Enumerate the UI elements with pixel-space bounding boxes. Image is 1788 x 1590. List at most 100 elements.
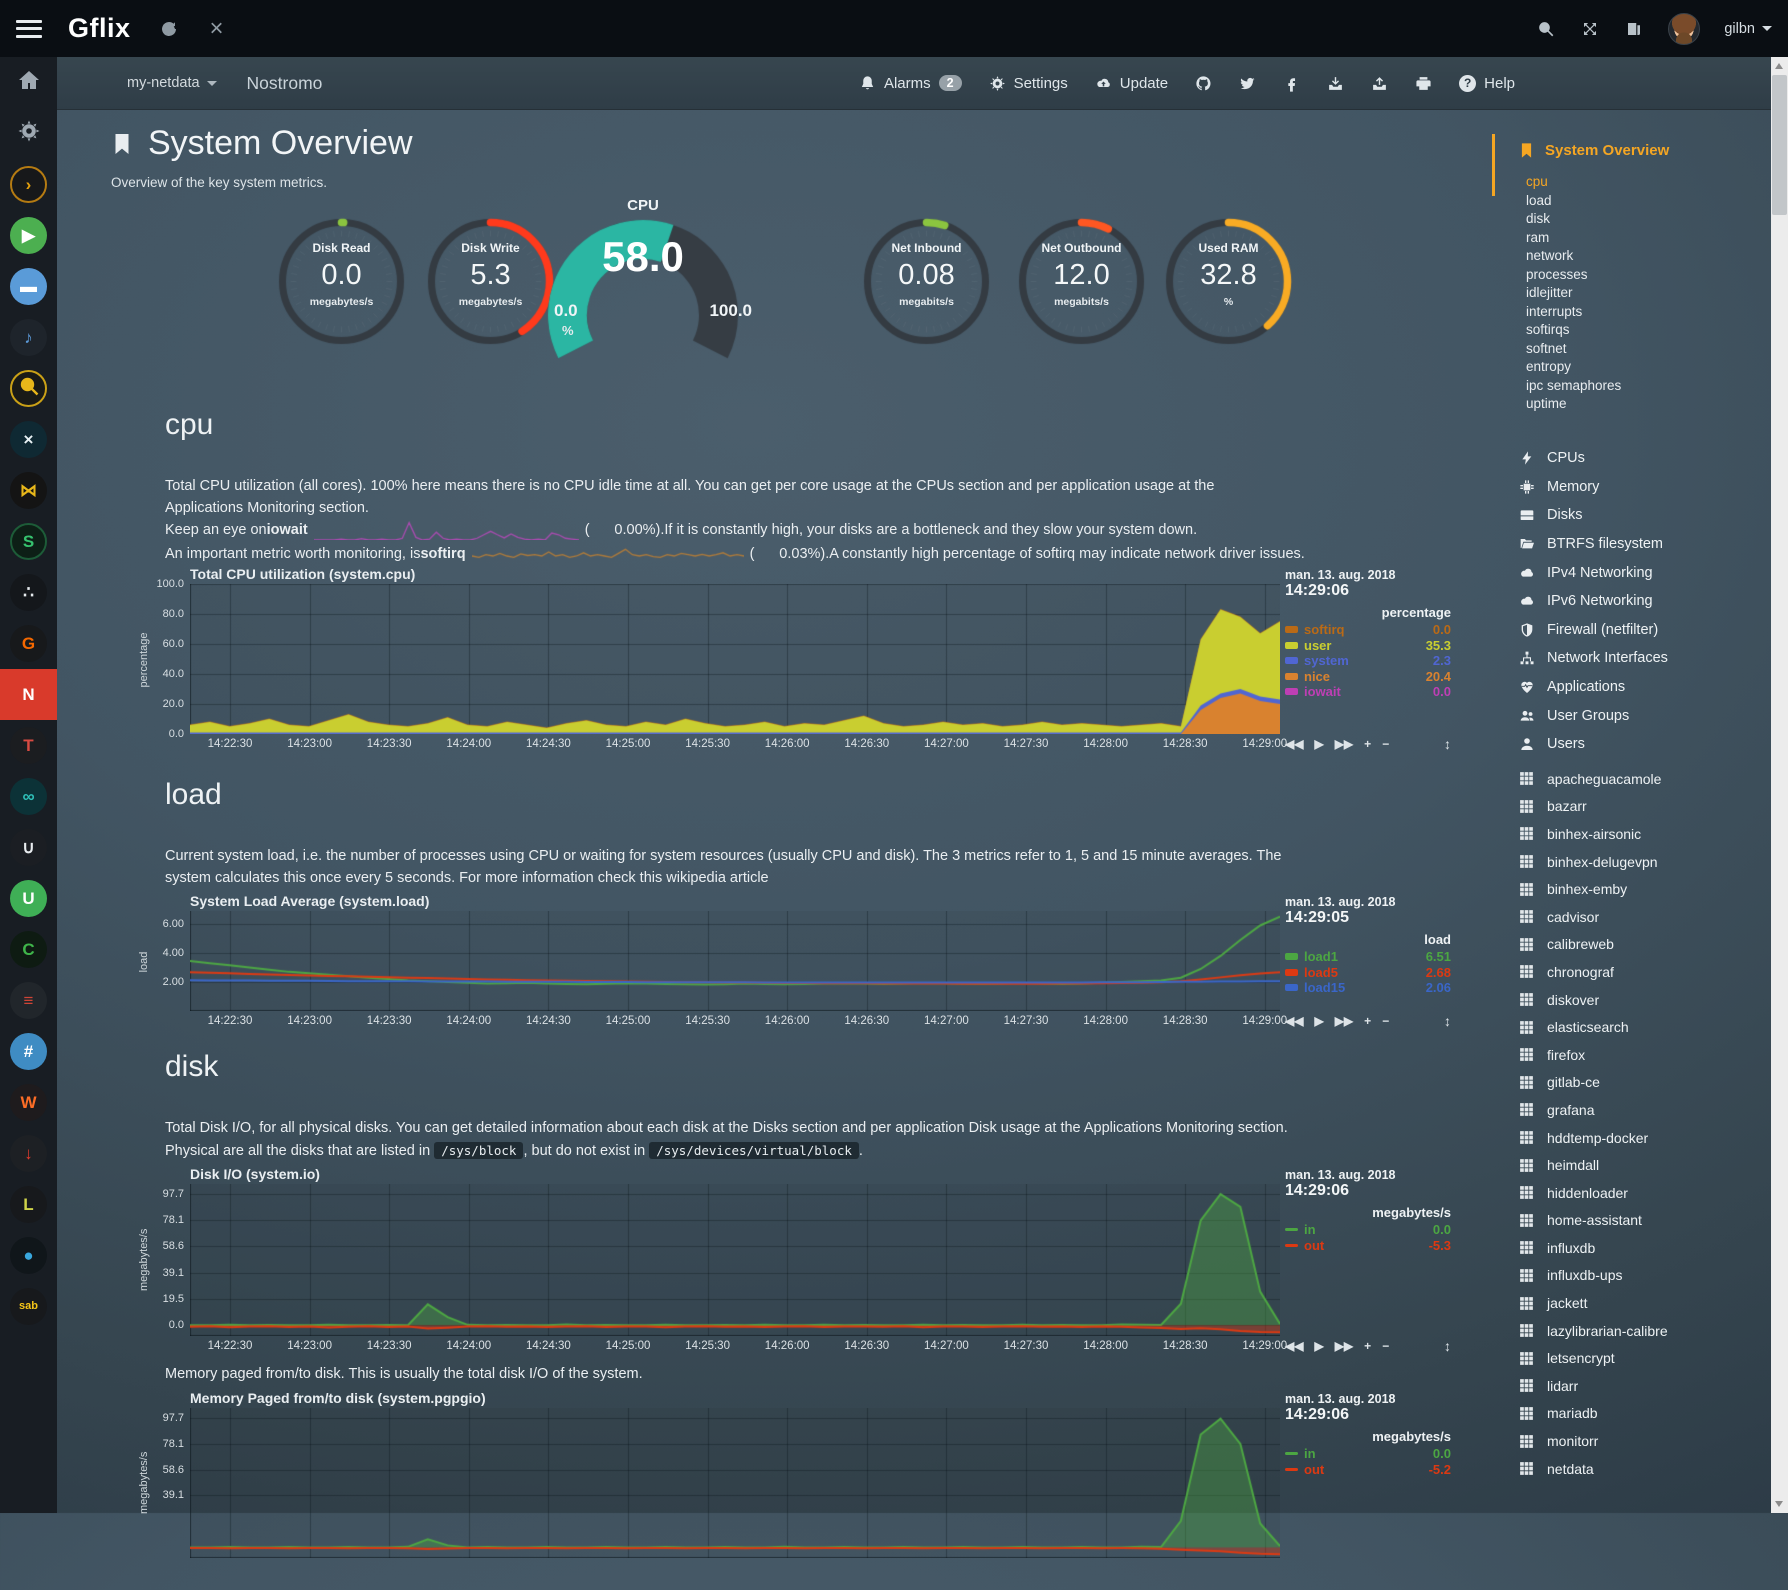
menu-section-item[interactable]: User Groups bbox=[1518, 701, 1668, 730]
legend-series-row[interactable]: user35.3 bbox=[1285, 638, 1451, 654]
help-button[interactable]: ? Help bbox=[1459, 75, 1515, 92]
menu-app-item[interactable]: hddtemp-docker bbox=[1518, 1124, 1668, 1152]
menu-sub-item[interactable]: ipc semaphores bbox=[1526, 378, 1621, 397]
page-scrollbar[interactable] bbox=[1771, 57, 1788, 1513]
menu-sub-item[interactable]: ram bbox=[1526, 230, 1621, 249]
fullscreen-icon[interactable] bbox=[1580, 19, 1600, 39]
menu-app-item[interactable]: monitorr bbox=[1518, 1427, 1668, 1455]
pan-forward-button[interactable]: ▶▶ bbox=[1335, 737, 1353, 751]
sidebar-item-app-crescent[interactable]: C bbox=[0, 924, 57, 975]
scrollbar-thumb[interactable] bbox=[1772, 75, 1787, 215]
menu-section-item[interactable]: BTRFS filesystem bbox=[1518, 530, 1668, 559]
menu-section-item[interactable]: Applications bbox=[1518, 673, 1668, 702]
menu-section-item[interactable]: CPUs bbox=[1518, 444, 1668, 473]
sidebar-item-app-shield[interactable]: ↓ bbox=[0, 1128, 57, 1179]
menu-app-item[interactable]: hiddenloader bbox=[1518, 1179, 1668, 1207]
used-ram-gauge[interactable]: Used RAM32.8% bbox=[1160, 195, 1297, 350]
menu-sub-item[interactable]: softirqs bbox=[1526, 322, 1621, 341]
pan-forward-button[interactable]: ▶▶ bbox=[1335, 1014, 1353, 1028]
menu-app-item[interactable]: lazylibrarian-calibre bbox=[1518, 1317, 1668, 1345]
menu-sub-item[interactable]: disk bbox=[1526, 211, 1621, 230]
sidebar-item-app-bowtie[interactable]: ⋈ bbox=[0, 465, 57, 516]
menu-app-item[interactable]: firefox bbox=[1518, 1041, 1668, 1069]
sidebar-item-airsonic[interactable]: ♪ bbox=[0, 312, 57, 363]
play-button[interactable]: ▶ bbox=[1314, 1339, 1323, 1353]
alarms-button[interactable]: Alarms 2 bbox=[859, 75, 962, 92]
resize-handle[interactable]: ↕ bbox=[1444, 736, 1451, 752]
sidebar-item-app-tile[interactable]: # bbox=[0, 1026, 57, 1077]
menu-app-item[interactable]: influxdb-ups bbox=[1518, 1262, 1668, 1290]
menu-sub-item[interactable]: softnet bbox=[1526, 341, 1621, 360]
legend-series-row[interactable]: in0.0 bbox=[1285, 1446, 1451, 1462]
play-button[interactable]: ▶ bbox=[1314, 1014, 1323, 1028]
menu-app-item[interactable]: apacheguacamole bbox=[1518, 765, 1668, 793]
sidebar-item-app-laptop[interactable]: ▬ bbox=[0, 261, 57, 312]
menu-app-item[interactable]: bazarr bbox=[1518, 793, 1668, 821]
menu-section-item[interactable]: Firewall (netfilter) bbox=[1518, 616, 1668, 645]
menu-section-item[interactable]: Disks bbox=[1518, 501, 1668, 530]
sidebar-item-plex[interactable]: › bbox=[0, 159, 57, 210]
github-button[interactable] bbox=[1195, 75, 1212, 92]
sidebar-item-app-nodes[interactable]: ∴ bbox=[0, 567, 57, 618]
settings-button[interactable]: Settings bbox=[989, 75, 1068, 92]
menu-sub-item[interactable]: idlejitter bbox=[1526, 285, 1621, 304]
sidebar-item-app-x[interactable]: × bbox=[0, 414, 57, 465]
pan-backward-button[interactable]: ◀◀ bbox=[1285, 1339, 1303, 1353]
legend-series-row[interactable]: load52.68 bbox=[1285, 965, 1451, 981]
sidebar-item-emby[interactable]: ▶ bbox=[0, 210, 57, 261]
close-tab-icon[interactable]: × bbox=[207, 19, 227, 39]
import-button[interactable] bbox=[1327, 75, 1344, 92]
user-menu[interactable]: gilbn bbox=[1724, 21, 1772, 37]
print-button[interactable] bbox=[1415, 75, 1432, 92]
sidebar-item-app-drop[interactable]: ● bbox=[0, 1230, 57, 1281]
cpu-chart-canvas[interactable] bbox=[190, 584, 1280, 734]
legend-series-row[interactable]: load152.06 bbox=[1285, 980, 1451, 996]
sidebar-item-settings[interactable] bbox=[0, 108, 57, 159]
scroll-up-arrow[interactable] bbox=[1775, 63, 1783, 69]
update-button[interactable]: Update bbox=[1095, 75, 1168, 92]
legend-series-row[interactable]: iowait0.0 bbox=[1285, 684, 1451, 700]
zoom-in-button[interactable]: + bbox=[1364, 737, 1371, 751]
sidebar-item-app-swirl[interactable]: S bbox=[0, 516, 57, 567]
legend-series-row[interactable]: system2.3 bbox=[1285, 653, 1451, 669]
menu-app-item[interactable]: home-assistant bbox=[1518, 1207, 1668, 1235]
resize-handle[interactable]: ↕ bbox=[1444, 1338, 1451, 1354]
menu-section-item[interactable]: IPv4 Networking bbox=[1518, 558, 1668, 587]
menu-section-item[interactable]: Network Interfaces bbox=[1518, 644, 1668, 673]
menu-app-item[interactable]: lidarr bbox=[1518, 1372, 1668, 1400]
cpu-gauge[interactable]: CPU 58.0 0.0 100.0 % bbox=[528, 195, 758, 365]
sidebar-item-app-bars[interactable]: ≡ bbox=[0, 975, 57, 1026]
legend-series-row[interactable]: out-5.2 bbox=[1285, 1462, 1451, 1478]
legend-series-row[interactable]: out-5.3 bbox=[1285, 1238, 1451, 1254]
sidebar-item-jackett[interactable] bbox=[0, 363, 57, 414]
menu-app-item[interactable]: gitlab-ce bbox=[1518, 1069, 1668, 1097]
menu-app-item[interactable]: chronograf bbox=[1518, 958, 1668, 986]
legend-series-row[interactable]: load16.51 bbox=[1285, 949, 1451, 965]
twitter-button[interactable] bbox=[1239, 75, 1256, 92]
menu-app-item[interactable]: binhex-delugevpn bbox=[1518, 848, 1668, 876]
sidebar-item-home[interactable] bbox=[0, 57, 57, 108]
menu-app-item[interactable]: grafana bbox=[1518, 1096, 1668, 1124]
pan-backward-button[interactable]: ◀◀ bbox=[1285, 737, 1303, 751]
menu-app-item[interactable]: influxdb bbox=[1518, 1234, 1668, 1262]
search-icon[interactable] bbox=[1536, 19, 1556, 39]
server-dropdown[interactable]: my-netdata bbox=[127, 75, 217, 91]
zoom-out-button[interactable]: − bbox=[1382, 1339, 1389, 1353]
sidebar-item-tautulli[interactable]: T bbox=[0, 720, 57, 771]
menu-section-item[interactable]: Users bbox=[1518, 730, 1668, 759]
sidebar-item-grafana[interactable]: G bbox=[0, 618, 57, 669]
menu-sub-item[interactable]: uptime bbox=[1526, 396, 1621, 415]
user-avatar[interactable] bbox=[1668, 13, 1700, 45]
memory-chart-canvas[interactable] bbox=[190, 1408, 1280, 1558]
legend-series-row[interactable]: nice20.4 bbox=[1285, 669, 1451, 685]
news-icon[interactable] bbox=[1624, 19, 1644, 39]
refresh-icon[interactable] bbox=[159, 19, 179, 39]
sidebar-item-gitlab[interactable]: W bbox=[0, 1077, 57, 1128]
zoom-out-button[interactable]: − bbox=[1382, 737, 1389, 751]
menu-app-item[interactable]: netdata bbox=[1518, 1455, 1668, 1483]
menu-app-item[interactable]: jackett bbox=[1518, 1289, 1668, 1317]
sidebar-item-unraid[interactable]: ∪ bbox=[0, 822, 57, 873]
play-button[interactable]: ▶ bbox=[1314, 737, 1323, 751]
zoom-in-button[interactable]: + bbox=[1364, 1339, 1371, 1353]
export-button[interactable] bbox=[1371, 75, 1388, 92]
